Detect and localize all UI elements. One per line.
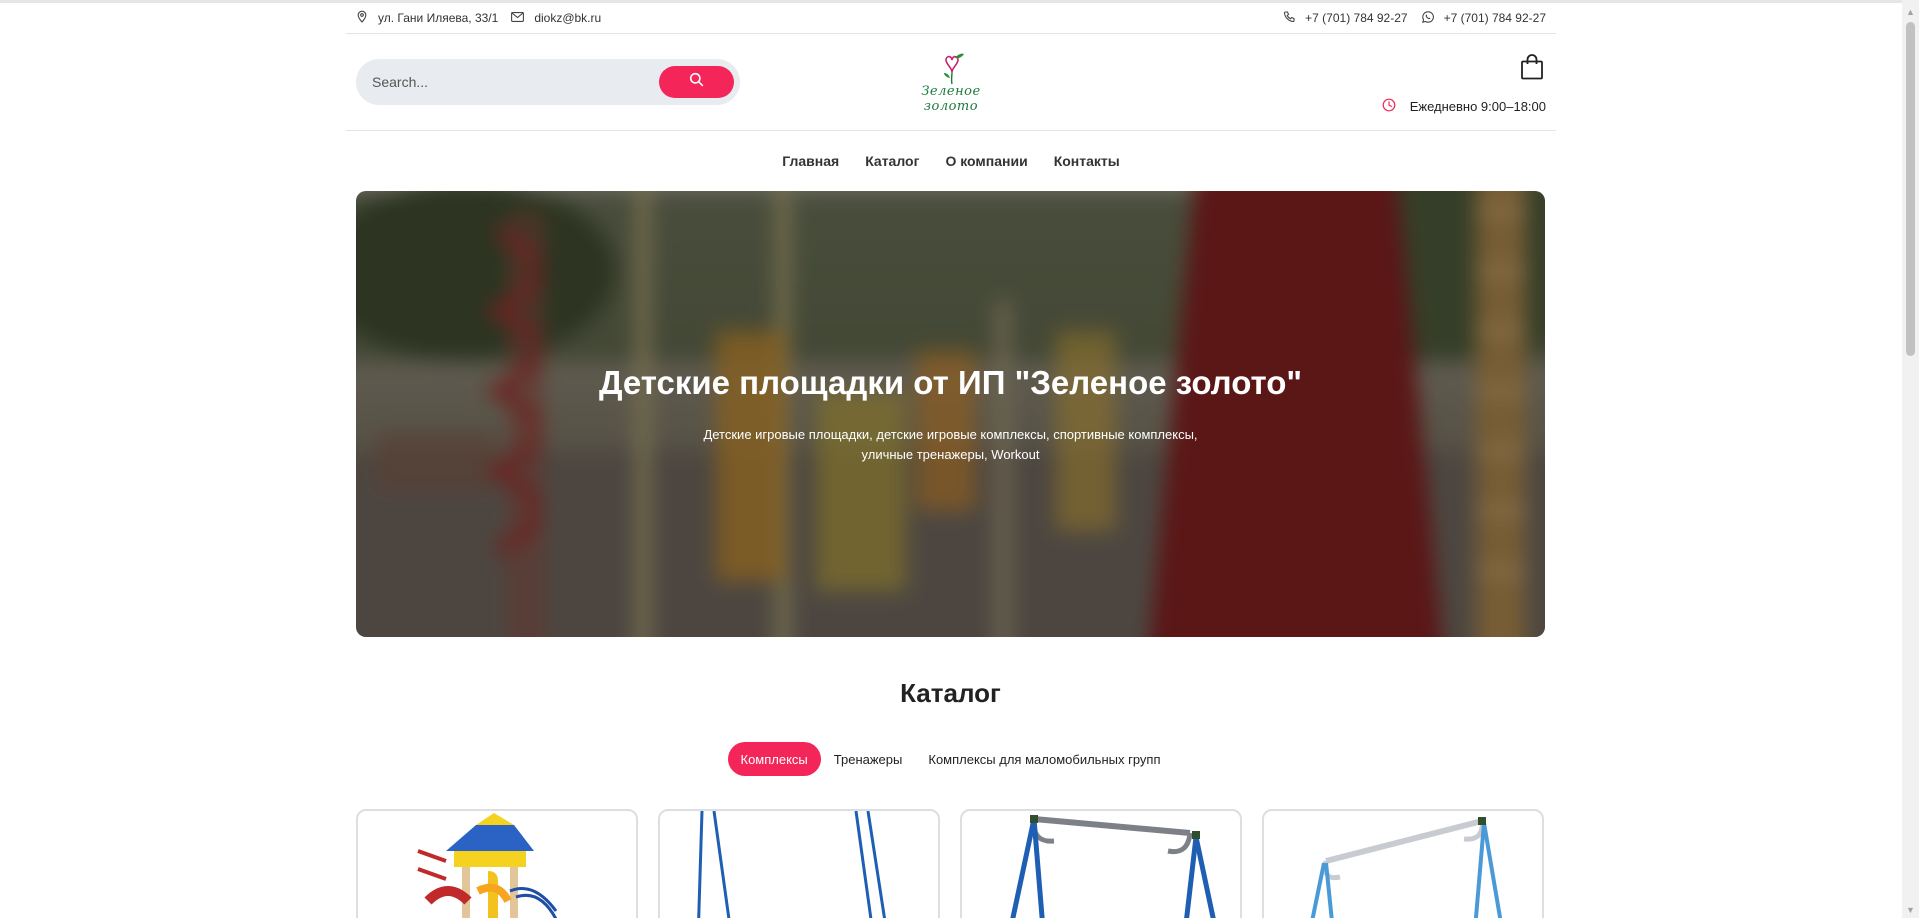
catalog-tabs: Комплексы Тренажеры Комплексы для маломо… (356, 742, 1545, 776)
product-card[interactable] (1262, 809, 1544, 918)
hero-overlay (356, 191, 1545, 637)
address-text: ул. Гани Иляева, 33/1 (378, 11, 499, 25)
tab-complexes[interactable]: Комплексы (727, 742, 821, 776)
nav-item-about[interactable]: О компании (945, 153, 1027, 169)
product-card[interactable] (658, 809, 940, 918)
site-header: Зеленое золото Ежедневно 9:00–18:00 (346, 34, 1556, 131)
contact-left: ул. Гани Иляева, 33/1 diokz@bk.ru (356, 10, 601, 26)
phone-icon (1283, 10, 1305, 26)
phone-item[interactable]: +7 (701) 784 92-27 (1283, 10, 1408, 26)
tab-trainers[interactable]: Тренажеры (821, 742, 916, 776)
location-pin-icon (356, 10, 378, 26)
address-item: ул. Гани Иляева, 33/1 (356, 10, 498, 26)
scrollbar-thumb[interactable] (1906, 22, 1915, 356)
search-button[interactable] (659, 66, 734, 98)
whatsapp-item[interactable]: +7 (701) 784 92-27 (1421, 10, 1546, 26)
search-input[interactable] (372, 59, 672, 105)
main-nav: Главная Каталог О компании Контакты (346, 131, 1556, 191)
page-scrollbar[interactable]: ▲ ▼ (1902, 0, 1919, 918)
product-card[interactable] (356, 809, 638, 918)
scroll-down-arrow-icon[interactable]: ▼ (1902, 901, 1919, 918)
phone-link[interactable]: +7 (701) 784 92-27 (1305, 11, 1407, 25)
hours-text: Ежедневно 9:00–18:00 (1409, 99, 1546, 114)
email-link[interactable]: diokz@bk.ru (534, 11, 601, 25)
product-image-swing-frame-light (1310, 817, 1503, 918)
hero-banner: Детские площадки от ИП "Зеленое золото" … (356, 191, 1545, 637)
envelope-icon (511, 11, 534, 25)
whatsapp-link[interactable]: +7 (701) 784 92-27 (1444, 11, 1546, 25)
clock-icon (1382, 98, 1410, 115)
logo-text: Зеленое золото (921, 84, 981, 114)
product-image-swing-frame (1010, 815, 1216, 918)
working-hours: Ежедневно 9:00–18:00 (1382, 98, 1546, 115)
nav-item-home[interactable]: Главная (782, 153, 839, 169)
catalog-title: Каталог (900, 678, 1001, 708)
product-cards (356, 809, 1545, 918)
product-image-playground (417, 813, 558, 918)
scroll-up-arrow-icon[interactable]: ▲ (1902, 3, 1919, 20)
shopping-bag-icon (1520, 54, 1544, 84)
tab-accessible-complexes[interactable]: Комплексы для маломобильных групп (915, 742, 1173, 776)
nav-item-catalog[interactable]: Каталог (865, 153, 919, 169)
search-icon (689, 72, 704, 92)
search-bar (356, 59, 740, 105)
hero-subtitle: Детские игровые площадки, детские игровы… (703, 427, 1198, 462)
site-logo[interactable]: Зеленое золото (900, 52, 1002, 114)
top-info-bar: ул. Гани Иляева, 33/1 diokz@bk.ru +7 (70… (346, 3, 1556, 34)
product-image-swing (697, 811, 886, 918)
hero-title: Детские площадки от ИП "Зеленое золото" (598, 364, 1303, 401)
nav-item-contacts[interactable]: Контакты (1054, 153, 1120, 169)
product-card[interactable] (960, 809, 1242, 918)
whatsapp-icon (1421, 10, 1444, 26)
contact-right: +7 (701) 784 92-27 +7 (701) 784 92-27 (1269, 10, 1546, 26)
cart-button[interactable] (1520, 54, 1544, 80)
email-item[interactable]: diokz@bk.ru (511, 11, 601, 25)
